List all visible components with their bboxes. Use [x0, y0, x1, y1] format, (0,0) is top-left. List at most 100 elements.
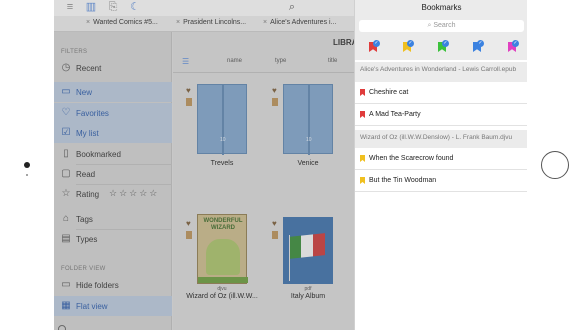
- star-icon: ☆: [61, 188, 71, 199]
- color-filter-bar: ✓ ✓ ✓ ✓ ✓: [355, 34, 527, 60]
- home-button[interactable]: [541, 151, 569, 179]
- sidebar-item-types[interactable]: ▤ Types: [54, 229, 172, 249]
- sidebar-item-label: New: [76, 88, 93, 97]
- sidebar-item-label: Read: [76, 170, 96, 179]
- sidebar-item-label: Hide folders: [76, 281, 119, 290]
- color-filter-red[interactable]: ✓: [369, 40, 380, 52]
- checkmark-icon: ✓: [477, 40, 484, 47]
- book-item[interactable]: ♥ 10 Venice: [272, 84, 336, 174]
- sidebar-item-recent[interactable]: ◷ Recent: [54, 58, 172, 78]
- list-view-icon[interactable]: ☰: [182, 58, 193, 66]
- bookmark-item[interactable]: Cheshire cat: [355, 82, 527, 104]
- camera-icon: [24, 162, 30, 168]
- bookmark-flag-icon: [360, 89, 365, 96]
- bookmark-item[interactable]: But the Tin Woodman: [355, 170, 527, 192]
- cover-illustration: [206, 239, 240, 275]
- settings-icon[interactable]: [58, 325, 66, 330]
- screen: ≡ ▥ ⎘ ☾ ⌕ × Wanted Comics #5... × Prasiden…: [54, 0, 527, 330]
- column-header-type[interactable]: type: [275, 58, 286, 64]
- bookmark-item[interactable]: When the Scarecrow found: [355, 148, 527, 170]
- bookmark-group-header: Wizard of Oz (ill.W.W.Denslow) - L. Fran…: [355, 130, 527, 148]
- menu-icon[interactable]: ≡: [64, 1, 76, 13]
- bookmark-flag-icon: [360, 177, 365, 184]
- bookmark-flag-icon: [360, 111, 365, 118]
- tab-label: Wanted Comics #5...: [93, 19, 158, 26]
- cover-illustration: [198, 277, 248, 283]
- sidebar: FILTERS ◷ Recent ▭ New ♡ Favorites ☑ My …: [54, 32, 172, 330]
- color-filter-blue[interactable]: ✓: [473, 40, 484, 52]
- bookmarks-title: Bookmarks: [421, 3, 462, 12]
- book-cover: 10: [197, 84, 247, 155]
- close-icon[interactable]: ×: [263, 19, 267, 26]
- sidebar-item-label: Flat view: [76, 302, 108, 311]
- filters-heading: FILTERS: [61, 49, 88, 55]
- tab-president-lincoln[interactable]: × Prasident Lincolns...: [176, 19, 246, 26]
- read-icon: ▢: [61, 168, 71, 179]
- book-spine: [308, 85, 310, 155]
- book-number: 10: [306, 137, 312, 143]
- sidebar-item-tags[interactable]: ⌂ Tags: [54, 209, 172, 229]
- file-type-icon: [186, 98, 192, 106]
- favorite-icon[interactable]: ♥: [272, 219, 277, 228]
- heart-icon: ♡: [61, 107, 71, 118]
- column-header-name[interactable]: name: [227, 58, 242, 64]
- book-item[interactable]: ♥ 10 Trevels: [186, 84, 250, 174]
- favorite-icon[interactable]: ♥: [272, 86, 277, 95]
- book-cover: WONDERFUL WIZARD: [197, 214, 248, 284]
- color-filter-green[interactable]: ✓: [438, 40, 449, 52]
- book-item[interactable]: ♥ WONDERFUL WIZARD djvu Wizard of Oz (il…: [186, 214, 258, 317]
- sidebar-item-read[interactable]: ▢ Read: [54, 164, 172, 184]
- sidebar-item-label: Types: [76, 235, 98, 244]
- checkmark-icon: ✓: [407, 40, 414, 47]
- sidebar-item-rating[interactable]: ☆ Rating ☆☆☆☆☆: [54, 184, 172, 204]
- bookmark-label: When the Scarecrow found: [369, 155, 454, 162]
- sidebar-item-bookmarked[interactable]: ▯ Bookmarked: [54, 144, 172, 164]
- checkmark-icon: ✓: [442, 40, 449, 47]
- bookmarks-search-input[interactable]: ⌕ Search: [359, 20, 524, 32]
- tab-wanted-comics[interactable]: × Wanted Comics #5...: [86, 19, 158, 26]
- bookmark-label: Cheshire cat: [369, 89, 409, 96]
- sidebar-item-favorites[interactable]: ♡ Favorites: [54, 103, 172, 123]
- rating-stars[interactable]: ☆☆☆☆☆: [109, 188, 159, 199]
- search-icon[interactable]: ⌕: [286, 1, 298, 13]
- book-cover: [283, 217, 333, 284]
- tab-alice[interactable]: × Alice's Adventures i...: [263, 19, 336, 26]
- night-mode-icon[interactable]: ☾: [129, 1, 141, 13]
- file-extension: pdf: [304, 286, 312, 292]
- book-number: 10: [220, 137, 226, 143]
- color-filter-yellow[interactable]: ✓: [403, 40, 414, 52]
- sidebar-item-label: Rating: [76, 190, 100, 199]
- color-filter-pink[interactable]: ✓: [508, 40, 519, 52]
- new-icon: ▭: [61, 86, 71, 97]
- sidebar-item-new[interactable]: ▭ New: [54, 82, 172, 102]
- checkmark-icon: ✓: [373, 40, 380, 47]
- sidebar-item-label: Recent: [76, 64, 102, 73]
- book-caption: Italy Album: [290, 293, 326, 300]
- bookmark-label: A Mad Tea-Party: [369, 111, 421, 118]
- file-type-icon: [186, 231, 192, 239]
- sidebar-item-hide-folders[interactable]: ▭ Hide folders: [54, 275, 172, 295]
- library-icon[interactable]: ▥: [85, 1, 97, 13]
- favorite-icon[interactable]: ♥: [186, 219, 191, 228]
- sidebar-item-label: Bookmarked: [76, 150, 121, 159]
- bookmark-list-icon[interactable]: ⎘: [107, 1, 119, 13]
- close-icon[interactable]: ×: [176, 19, 180, 26]
- file-extension: djvu: [217, 286, 227, 292]
- file-type-icon: [272, 98, 278, 106]
- tab-label: Prasident Lincolns...: [183, 19, 247, 26]
- close-icon[interactable]: ×: [86, 19, 90, 26]
- bookmarks-header: Bookmarks ⌕ Search: [355, 0, 527, 34]
- column-header-title[interactable]: title: [328, 58, 337, 64]
- folder-view-heading: FOLDER VIEW: [61, 266, 106, 272]
- book-item[interactable]: ♥ pdf Italy Album: [272, 217, 336, 317]
- bookmark-label: But the Tin Woodman: [369, 177, 437, 184]
- favorite-icon[interactable]: ♥: [186, 86, 191, 95]
- bookmark-item[interactable]: A Mad Tea-Party: [355, 104, 527, 126]
- sidebar-item-flat-view[interactable]: ▦ Flat view: [54, 296, 172, 316]
- sidebar-item-my-list[interactable]: ☑ My list: [54, 123, 172, 143]
- checkbox-icon: ☑: [61, 127, 71, 138]
- document-icon: ▤: [61, 233, 71, 244]
- tag-icon: ⌂: [62, 213, 70, 224]
- sidebar-item-label: Tags: [76, 215, 93, 224]
- cover-title: WONDERFUL WIZARD: [203, 218, 243, 231]
